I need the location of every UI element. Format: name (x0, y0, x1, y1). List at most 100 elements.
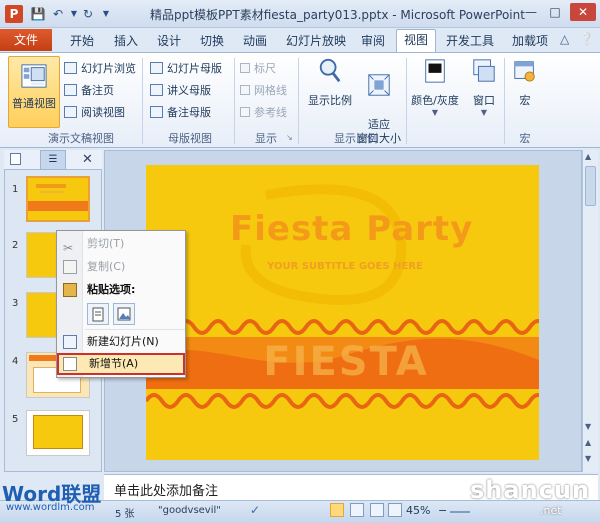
menu-item-cut[interactable]: ✂ 剪切(T) (57, 233, 185, 255)
watermark-wordlm-url: www.wordlm.com (6, 502, 95, 513)
close-icon[interactable]: ✕ (570, 3, 596, 21)
normal-view-status-icon[interactable] (330, 503, 344, 517)
tab-insert[interactable]: 插入 (114, 32, 138, 50)
notes-master-icon (150, 106, 163, 118)
menu-item-paste-options: 粘贴选项: (57, 279, 185, 301)
tab-review[interactable]: 审阅 (361, 32, 385, 50)
reading-view-button[interactable]: 阅读视图 (64, 104, 125, 121)
window-button[interactable]: 窗口 ▼ (466, 56, 502, 117)
dropdown-arrow-icon: ▼ (480, 108, 488, 117)
group-label-master-views: 母版视图 (168, 132, 212, 145)
previous-slide-icon[interactable]: ▲ (585, 438, 591, 447)
normal-view-icon (21, 64, 47, 88)
menu-item-new-section[interactable]: 新增节(A) (57, 353, 185, 375)
reading-view-status-icon[interactable] (370, 503, 384, 517)
paste-keep-formatting-icon[interactable] (87, 303, 109, 325)
collapse-ribbon-icon[interactable]: △ (560, 32, 569, 46)
fit-window-icon (368, 74, 390, 96)
slide-sorter-button[interactable]: 幻灯片浏览 (64, 60, 136, 77)
redo-icon[interactable]: ↻ (80, 6, 96, 22)
normal-view-button[interactable]: 普通视图 (8, 56, 60, 128)
checkbox-icon (240, 85, 250, 95)
gridlines-checkbox[interactable]: 网格线 (240, 82, 287, 99)
tab-design[interactable]: 设计 (157, 32, 181, 50)
tab-animations[interactable]: 动画 (243, 32, 267, 50)
slide-master-button[interactable]: 幻灯片母版 (150, 60, 222, 77)
check-icon[interactable]: ✓ (250, 503, 260, 517)
context-menu: ✂ 剪切(T) 复制(C) 粘贴选项: 新建幻灯片(N) 新增节(A) (56, 230, 186, 378)
minimize-icon[interactable]: — (520, 3, 542, 21)
ruler-checkbox[interactable]: 标尺 (240, 60, 276, 77)
menu-item-copy[interactable]: 复制(C) (57, 256, 185, 278)
paste-icon (63, 283, 77, 297)
slides-tab-icon[interactable] (10, 153, 21, 165)
menu-item-new-slide[interactable]: 新建幻灯片(N) (57, 331, 185, 353)
group-label-presentation-views: 演示文稿视图 (48, 132, 114, 145)
notes-page-button[interactable]: 备注页 (64, 82, 114, 99)
tab-slideshow[interactable]: 幻灯片放映 (286, 32, 346, 50)
tab-addins[interactable]: 加载项 (512, 32, 548, 50)
vertical-scrollbar[interactable]: ▲ ▼ ▲ ▼ (582, 150, 598, 472)
macros-icon (514, 61, 535, 82)
next-slide-icon[interactable]: ▼ (585, 454, 591, 463)
scroll-up-icon[interactable]: ▲ (585, 152, 591, 161)
color-grayscale-button[interactable]: 颜色/灰度 ▼ (410, 56, 460, 117)
scissors-icon: ✂ (63, 241, 74, 255)
group-separator (142, 58, 143, 144)
dialog-launcher-icon[interactable]: ↘ (286, 133, 293, 142)
slide-title[interactable]: Fiesta Party (230, 209, 472, 249)
watermark-shancun-url: .net (540, 504, 562, 517)
scroll-down-icon[interactable]: ▼ (585, 422, 591, 431)
current-slide[interactable]: Fiesta Party YOUR SUBTITLE GOES HERE FIE… (146, 165, 539, 460)
macros-button[interactable]: 宏 (510, 56, 540, 108)
zoom-slider[interactable] (450, 511, 470, 513)
notes-master-button[interactable]: 备注母版 (150, 104, 211, 121)
group-label-zoom: 显示比例 (334, 132, 378, 145)
paste-picture-icon[interactable] (113, 303, 135, 325)
thumb-number: 4 (12, 356, 19, 367)
group-label-macros: 宏 (519, 132, 531, 145)
handout-master-icon (150, 84, 163, 96)
slide-count: 5 张 (115, 509, 135, 520)
slide-thumbnail-1[interactable] (26, 176, 90, 222)
group-separator (234, 58, 235, 144)
theme-name: "goodvsevil" (158, 505, 221, 516)
handout-master-button[interactable]: 讲义母版 (150, 82, 211, 99)
tab-view[interactable]: 视图 (396, 29, 436, 53)
slideshow-status-icon[interactable] (388, 503, 402, 517)
slide-sorter-status-icon[interactable] (350, 503, 364, 517)
slide-subtitle[interactable]: YOUR SUBTITLE GOES HERE (250, 261, 440, 272)
group-separator (406, 58, 407, 144)
scroll-thumb[interactable] (585, 166, 596, 206)
slide-thumbnail-5[interactable] (26, 410, 90, 456)
notes-placeholder: 单击此处添加备注 (114, 484, 219, 499)
tab-transitions[interactable]: 切换 (200, 32, 224, 50)
maximize-icon[interactable]: □ (544, 3, 566, 21)
tab-home[interactable]: 开始 (70, 32, 94, 50)
guides-checkbox[interactable]: 参考线 (240, 104, 287, 121)
color-grayscale-icon (425, 59, 445, 83)
tab-developer[interactable]: 开发工具 (446, 32, 494, 50)
customize-quick-access-icon[interactable]: ▼ (98, 6, 114, 22)
close-panel-icon[interactable]: ✕ (82, 152, 93, 167)
outline-tab-icon[interactable]: ☰ (40, 150, 66, 170)
dropdown-arrow-icon: ▼ (431, 108, 439, 117)
tab-file[interactable]: 文件 (0, 29, 52, 51)
ribbon-collapse-help: △ ❔ (560, 32, 594, 46)
zoom-level[interactable]: 45% (406, 504, 430, 517)
zoom-button[interactable]: 显示比例 (304, 56, 356, 108)
thumb-number: 2 (12, 240, 19, 251)
new-slide-icon (63, 335, 77, 349)
copy-icon (63, 260, 77, 274)
help-icon[interactable]: ❔ (579, 32, 594, 46)
watermark-shancun: shancun (470, 476, 591, 504)
slide-sorter-icon (64, 62, 77, 74)
undo-icon[interactable]: ↶ (50, 6, 66, 22)
powerpoint-app-icon[interactable]: P (5, 5, 23, 23)
save-icon[interactable]: 💾 (30, 6, 46, 22)
window-icon (473, 59, 495, 82)
notes-page-icon (64, 84, 77, 96)
zoom-out-icon[interactable]: − (438, 504, 447, 517)
reading-view-icon (64, 106, 77, 118)
magnifier-icon (319, 58, 341, 83)
